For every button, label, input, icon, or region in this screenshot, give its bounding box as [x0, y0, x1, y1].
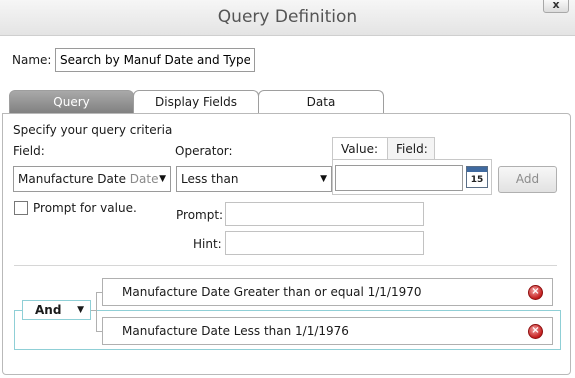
- tree-connector: [91, 310, 97, 311]
- group-operator-select[interactable]: And ▼: [22, 300, 91, 320]
- window-title: Query Definition: [217, 7, 358, 27]
- prompt-label: Prompt:: [176, 208, 224, 222]
- tab-field[interactable]: Field:: [387, 137, 435, 160]
- prompt-field[interactable]: [225, 202, 424, 226]
- chevron-down-icon: ▼: [159, 174, 166, 184]
- add-button[interactable]: Add: [498, 166, 557, 193]
- operator-value: Less than: [181, 172, 239, 186]
- divider: [14, 265, 557, 266]
- title-bar: Query Definition x: [0, 0, 575, 36]
- hint-field[interactable]: [225, 231, 424, 255]
- tab-data[interactable]: Data: [258, 90, 384, 114]
- chevron-down-icon: ▼: [77, 305, 84, 315]
- condition-row[interactable]: Manufacture Date Less than 1/1/1976 ×: [102, 317, 553, 345]
- operator-dropdown[interactable]: Less than ▼: [176, 166, 332, 192]
- field-type: Date: [129, 172, 159, 186]
- prompt-checkbox-label: Prompt for value.: [33, 201, 137, 215]
- tab-display-fields[interactable]: Display Fields: [133, 90, 259, 114]
- field-dropdown[interactable]: Manufacture Date Date ▼: [13, 166, 171, 192]
- close-button[interactable]: x: [543, 0, 569, 13]
- chevron-down-icon: ▼: [320, 174, 327, 184]
- value-input[interactable]: [335, 165, 463, 191]
- name-label: Name:: [12, 53, 52, 67]
- condition-text: Manufacture Date Greater than or equal 1…: [122, 285, 422, 299]
- prompt-checkbox[interactable]: [14, 201, 28, 215]
- field-label: Field:: [13, 144, 45, 158]
- tab-value[interactable]: Value:: [332, 137, 388, 160]
- field-value: Manufacture Date: [18, 172, 126, 186]
- group-operator-value: And: [35, 303, 62, 317]
- condition-text: Manufacture Date Less than 1/1/1976: [122, 324, 349, 338]
- condition-row[interactable]: Manufacture Date Greater than or equal 1…: [102, 278, 553, 306]
- tree-connector: [96, 292, 97, 332]
- hint-label: Hint:: [193, 237, 222, 251]
- calendar-icon[interactable]: 15: [466, 166, 488, 188]
- query-instructions: Specify your query criteria: [13, 123, 173, 137]
- operator-label: Operator:: [175, 144, 233, 158]
- remove-icon[interactable]: ×: [528, 324, 543, 339]
- remove-icon[interactable]: ×: [528, 285, 543, 300]
- calendar-day: 15: [470, 175, 484, 185]
- tab-query[interactable]: Query: [9, 90, 134, 114]
- name-input[interactable]: [55, 48, 255, 72]
